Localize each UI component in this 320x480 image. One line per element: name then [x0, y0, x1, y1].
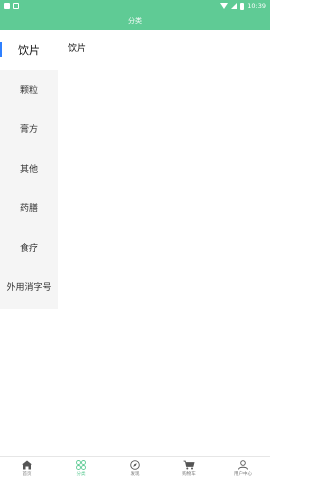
nav-category[interactable]: 分类 [54, 457, 108, 480]
status-right: 10:39 [220, 2, 266, 10]
nav-cart[interactable]: 购物车 [162, 457, 216, 480]
section-title: 饮片 [68, 44, 87, 54]
sidebar-item-waiyong[interactable]: 外用消字号 [0, 267, 58, 307]
user-icon [238, 460, 248, 470]
page-title: 分类 [128, 17, 142, 25]
compass-icon [130, 460, 140, 470]
notification-icon [13, 3, 19, 9]
home-icon [22, 460, 32, 470]
sidebar-item-label: 食疗 [19, 243, 38, 254]
nav-label: 分类 [76, 472, 86, 477]
sidebar-item-gaofang[interactable]: 膏方 [0, 109, 58, 149]
sidebar-empty-area [0, 309, 58, 456]
wifi-icon [220, 3, 229, 9]
category-sidebar: 饮片 颗粒 膏方 其他 药膳 食疗 外用消字号 [0, 30, 58, 309]
sidebar-item-yaoshan[interactable]: 药膳 [0, 188, 58, 228]
nav-label: 首页 [22, 472, 32, 477]
sidebar-item-label: 外用消字号 [6, 283, 52, 294]
sidebar-item-keli[interactable]: 颗粒 [0, 70, 58, 110]
status-time: 10:39 [247, 2, 266, 10]
image-icon [4, 3, 10, 9]
sidebar-item-label: 颗粒 [19, 85, 38, 96]
sidebar-item-label: 膏方 [19, 125, 38, 136]
nav-label: 购物车 [182, 472, 196, 477]
signal-icon [231, 3, 238, 9]
sidebar-item-shiliao[interactable]: 食疗 [0, 228, 58, 268]
nav-label: 用户中心 [234, 472, 252, 477]
category-content: 饮片 [58, 30, 270, 456]
nav-user-center[interactable]: 用户中心 [216, 457, 270, 480]
page-header: 分类 [0, 12, 270, 30]
sidebar-item-qita[interactable]: 其他 [0, 149, 58, 189]
category-icon [76, 460, 86, 470]
sidebar-item-label: 药膳 [19, 204, 38, 215]
sidebar-item-label: 其他 [19, 164, 38, 175]
cart-icon [183, 460, 195, 470]
nav-discover[interactable]: 发现 [108, 457, 162, 480]
status-bar: 10:39 [0, 0, 270, 12]
sidebar-item-yinpian[interactable]: 饮片 [0, 30, 58, 70]
active-indicator [0, 42, 2, 57]
bottom-nav: 首页 分类 发现 购物车 用户中心 [0, 456, 270, 480]
nav-label: 发现 [130, 472, 140, 477]
battery-icon [240, 2, 245, 10]
nav-home[interactable]: 首页 [0, 457, 54, 480]
status-left [4, 3, 19, 9]
sidebar-item-label: 饮片 [18, 43, 40, 57]
